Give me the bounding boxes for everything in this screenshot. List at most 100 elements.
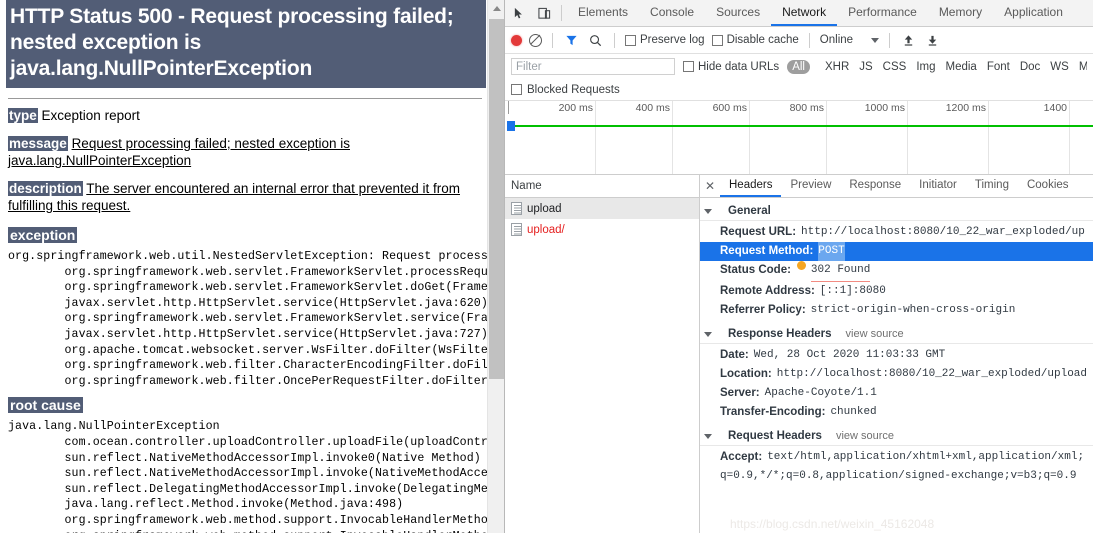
throttling-value: Online (819, 34, 854, 46)
detail-tab-cookies[interactable]: Cookies (1018, 175, 1078, 197)
header-key: Accept: (720, 451, 763, 463)
scrollbar-thumb[interactable] (489, 19, 504, 379)
disable-cache-checkbox[interactable]: Disable cache (711, 34, 799, 46)
overview-window-handle[interactable] (507, 121, 515, 131)
triangle-down-icon[interactable] (704, 208, 712, 214)
header-value: 302 Found (810, 261, 871, 282)
preserve-log-box-icon[interactable] (625, 34, 636, 46)
record-circle-icon[interactable] (511, 34, 522, 46)
preserve-log-checkbox[interactable]: Preserve log (625, 34, 705, 46)
general-row-request-url: Request URL: http://localhost:8080/10_22… (700, 223, 1093, 242)
hide-data-urls-box-icon[interactable] (683, 61, 694, 72)
toolbar-sep-1 (552, 32, 553, 48)
overview-tick-label: 200 ms (558, 102, 593, 114)
type-filter-ws[interactable]: WS (1045, 60, 1074, 74)
tab-application[interactable]: Application (993, 0, 1074, 26)
triangle-down-icon[interactable] (704, 331, 712, 337)
page-watermark: https://blog.csdn.net/weixin_45162048 (730, 517, 935, 531)
tab-console[interactable]: Console (639, 0, 705, 26)
tab-network[interactable]: Network (771, 0, 838, 26)
download-arrow-icon[interactable] (924, 32, 941, 49)
tab-memory[interactable]: Memory (928, 0, 993, 26)
detail-tab-headers[interactable]: Headers (720, 175, 782, 197)
section-general-header[interactable]: General (700, 203, 1093, 221)
header-key: Date: (720, 349, 749, 361)
request-header-row: Accept: text/html,application/xhtml+xml,… (700, 448, 1093, 467)
inspect-element-icon[interactable] (511, 5, 528, 22)
header-key: Request Method: (720, 245, 814, 257)
disable-cache-label: Disable cache (726, 34, 799, 46)
tab-performance[interactable]: Performance (837, 0, 928, 26)
tab-sources[interactable]: Sources (705, 0, 771, 26)
detail-tab-initiator[interactable]: Initiator (910, 175, 966, 197)
detail-tab-preview[interactable]: Preview (781, 175, 840, 197)
section-request-headers-header[interactable]: Request Headers view source (700, 428, 1093, 446)
response-header-row: Server: Apache-Coyote/1.1 (700, 384, 1093, 403)
type-filter-doc[interactable]: Doc (1015, 60, 1045, 74)
overview-tick: 1200 ms (946, 101, 989, 174)
upload-arrow-icon[interactable] (900, 32, 917, 49)
header-value: text/html,application/xhtml+xml,applicat… (767, 451, 1085, 463)
response-header-row: Location: http://localhost:8080/10_22_wa… (700, 365, 1093, 384)
scroll-up-arrow-icon[interactable] (488, 0, 505, 17)
network-toolbar: Preserve log Disable cache Online (505, 27, 1093, 54)
page-vertical-scrollbar[interactable] (487, 0, 505, 533)
detail-tab-timing[interactable]: Timing (966, 175, 1018, 197)
blocked-requests-label: Blocked Requests (527, 83, 620, 96)
request-list: Name upload upload/ (505, 175, 700, 533)
type-filter-css[interactable]: CSS (878, 60, 912, 74)
exception-section-label: exception (8, 227, 78, 243)
error-type-line: type Exception report (8, 107, 482, 124)
headers-body: General Request URL: http://localhost:80… (700, 198, 1093, 533)
request-row-upload-slash[interactable]: upload/ (505, 219, 699, 240)
network-split: Name upload upload/ ✕ Headers Preview Re… (505, 175, 1093, 533)
search-icon[interactable] (587, 32, 604, 49)
detail-tab-response[interactable]: Response (840, 175, 910, 197)
clear-icon[interactable] (529, 33, 542, 47)
overview-tick: 200 ms (559, 101, 596, 174)
request-name: upload/ (527, 223, 565, 236)
view-source-link-request[interactable]: view source (836, 430, 894, 442)
type-filter-all[interactable]: All (787, 59, 810, 74)
hide-data-urls-checkbox[interactable]: Hide data URLs (683, 61, 779, 73)
type-filter-media[interactable]: Media (941, 60, 982, 74)
type-filter-img[interactable]: Img (911, 60, 940, 74)
type-filter-js[interactable]: JS (854, 60, 877, 74)
error-message-label: message (8, 136, 68, 151)
tab-elements[interactable]: Elements (567, 0, 639, 26)
triangle-down-icon[interactable] (704, 433, 712, 439)
type-filter-xhr[interactable]: XHR (820, 60, 854, 74)
header-value: q=0.9,*/*;q=0.8,application/signed-excha… (720, 470, 1077, 482)
overview-tick-label: 1000 ms (864, 102, 905, 114)
funnel-icon[interactable] (563, 32, 580, 49)
view-source-link-response[interactable]: view source (846, 328, 904, 340)
chevron-down-icon[interactable] (871, 37, 880, 43)
error-type-label: type (8, 108, 38, 123)
blocked-requests-box-icon[interactable] (511, 84, 522, 95)
disable-cache-box-icon[interactable] (711, 34, 723, 46)
devtools-tabbar: Elements Console Sources Network Perform… (505, 0, 1093, 27)
header-value: http://localhost:8080/10_22_war_exploded… (776, 368, 1088, 380)
throttling-select[interactable]: Online (819, 34, 880, 46)
type-filter-manifest[interactable]: Man (1074, 60, 1087, 74)
device-toolbar-icon[interactable] (536, 5, 553, 22)
request-name: upload (527, 202, 562, 215)
overview-tick-label: 1400 (1043, 102, 1067, 114)
network-overview-timeline[interactable]: 200 ms 400 ms 600 ms 800 ms 1000 ms 1200… (505, 101, 1093, 175)
section-response-headers-header[interactable]: Response Headers view source (700, 326, 1093, 344)
request-list-header[interactable]: Name (505, 175, 699, 198)
error-description-label: description (8, 181, 83, 196)
section-request-headers-title: Request Headers (728, 430, 822, 442)
header-value: chunked (830, 406, 877, 418)
header-value: [::1]:8080 (819, 285, 886, 297)
type-filter-font[interactable]: Font (982, 60, 1015, 74)
request-row-upload[interactable]: upload (505, 198, 699, 219)
header-key: Referrer Policy: (720, 304, 806, 316)
general-row-referrer-policy: Referrer Policy: strict-origin-when-cros… (700, 301, 1093, 320)
devtools-panel: Elements Console Sources Network Perform… (505, 0, 1093, 533)
request-detail-panel: ✕ Headers Preview Response Initiator Tim… (700, 175, 1093, 533)
header-key: Server: (720, 387, 760, 399)
general-row-request-method[interactable]: Request Method: POST (700, 242, 1093, 261)
filter-input[interactable] (511, 58, 675, 75)
close-icon[interactable]: ✕ (700, 175, 720, 197)
